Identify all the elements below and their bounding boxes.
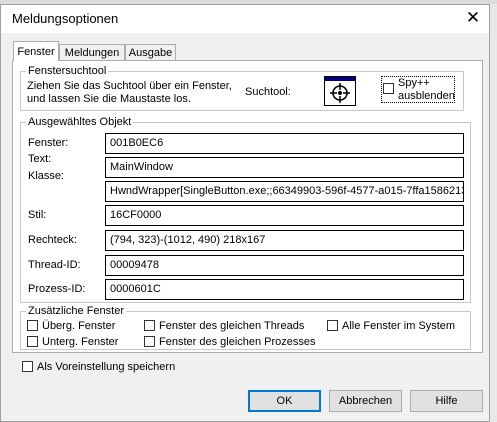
finder-tool-label: Suchtool: [245, 86, 291, 98]
class-label: Klasse: [28, 170, 65, 182]
thread-id-label: Thread-ID: [28, 259, 81, 271]
same-thread-checkbox[interactable] [144, 320, 155, 331]
style-label: Stil: [28, 209, 47, 221]
dialog-title: Meldungsoptionen [12, 11, 119, 26]
cancel-button[interactable]: Abbrechen [329, 390, 402, 412]
finder-group-label: Fenstersuchtool [26, 65, 109, 77]
crosshair-icon [330, 83, 350, 103]
tab-meldungen[interactable]: Meldungen [59, 44, 125, 60]
same-process-label: Fenster des gleichen Prozesses [159, 336, 316, 348]
help-button[interactable]: Hilfe [410, 390, 483, 412]
save-default-checkbox[interactable] [22, 361, 33, 372]
hide-spy-label-line2: ausblenden [398, 90, 455, 102]
thread-id-field[interactable]: 00009478 [105, 255, 464, 276]
process-id-field[interactable]: 0000601C [105, 279, 464, 300]
same-process-checkbox[interactable] [144, 336, 155, 347]
close-icon[interactable]: ✕ [460, 6, 486, 30]
all-windows-label: Alle Fenster im System [342, 320, 456, 332]
text-field[interactable]: MainWindow [105, 157, 464, 178]
hide-spy-label-line1: Spy++ [398, 77, 430, 89]
child-window-checkbox[interactable] [27, 336, 38, 347]
tab-label: Fenster [17, 46, 55, 58]
background-window-edge [490, 4, 497, 422]
process-id-label: Prozess-ID: [28, 283, 86, 295]
selected-object-group-label: Ausgewähltes Objekt [26, 116, 134, 128]
additional-windows-group-label: Zusätzliche Fenster [26, 305, 126, 317]
save-default-label: Als Voreinstellung speichern [37, 361, 176, 373]
rect-label: Rechteck: [28, 234, 77, 246]
all-windows-checkbox[interactable] [327, 320, 338, 331]
text-label: Text: [28, 153, 52, 165]
crosshair-target-icon[interactable] [324, 76, 356, 106]
tab-label: Meldungen [64, 47, 120, 59]
tab-ausgabe[interactable]: Ausgabe [125, 44, 176, 60]
window-handle-label: Fenster: [28, 137, 69, 149]
rect-field[interactable]: (794, 323)-(1012, 490) 218x167 [105, 230, 464, 251]
same-thread-label: Fenster des gleichen Threads [159, 320, 305, 332]
window-handle-field[interactable]: 001B0EC6 [105, 133, 464, 154]
tab-fenster[interactable]: Fenster [13, 41, 59, 61]
class-field[interactable]: HwndWrapper[SingleButton.exe;;66349903-5… [105, 181, 464, 202]
finder-description-line2: und lassen Sie die Maustaste los. [27, 93, 191, 105]
parent-window-label: Überg. Fenster [42, 320, 116, 332]
style-field[interactable]: 16CF0000 [105, 205, 464, 226]
finder-description-line1: Ziehen Sie das Suchtool über ein Fenster… [27, 80, 232, 92]
parent-window-checkbox[interactable] [27, 320, 38, 331]
child-window-label: Unterg. Fenster [42, 336, 119, 348]
tab-label: Ausgabe [128, 47, 173, 59]
ok-button[interactable]: OK [248, 390, 321, 412]
